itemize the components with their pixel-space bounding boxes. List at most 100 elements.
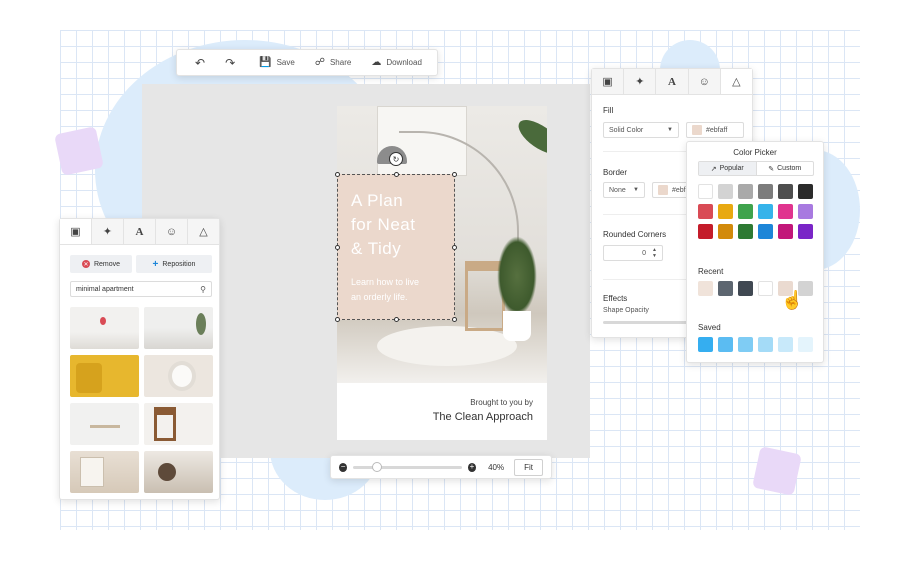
- color-swatch[interactable]: [758, 281, 773, 296]
- color-swatch[interactable]: [698, 184, 713, 199]
- popular-label: Popular: [719, 165, 744, 172]
- reposition-button[interactable]: + Reposition: [136, 255, 212, 273]
- color-swatch[interactable]: [798, 337, 813, 352]
- resize-handle[interactable]: [452, 172, 457, 177]
- color-swatch[interactable]: [798, 224, 813, 239]
- headline-line-1: A Plan: [351, 191, 404, 210]
- color-swatch[interactable]: [738, 281, 753, 296]
- zoom-percent: 40%: [488, 462, 505, 472]
- smiley-icon: ☺: [698, 75, 710, 88]
- color-swatch[interactable]: [778, 224, 793, 239]
- redo-icon: ↷: [225, 55, 236, 70]
- color-swatch[interactable]: [718, 281, 733, 296]
- resize-handle[interactable]: [335, 317, 340, 322]
- image-thumb[interactable]: [70, 355, 139, 397]
- decorative-sticker: [752, 446, 802, 496]
- color-swatch[interactable]: [758, 337, 773, 352]
- image-thumb[interactable]: [144, 451, 213, 493]
- image-thumb[interactable]: [144, 403, 213, 445]
- color-swatch[interactable]: [778, 184, 793, 199]
- color-swatch[interactable]: [698, 204, 713, 219]
- redo-button[interactable]: ↷: [217, 50, 243, 75]
- shape-opacity-label: Shape Opacity: [603, 307, 649, 314]
- color-swatch[interactable]: [738, 337, 753, 352]
- rotate-handle[interactable]: ↻: [389, 152, 403, 166]
- resize-handle[interactable]: [394, 317, 399, 322]
- color-swatch[interactable]: [798, 204, 813, 219]
- resize-handle[interactable]: [335, 245, 340, 250]
- stepper-arrows-icon[interactable]: ▲ ▼: [652, 247, 657, 259]
- headline-line-3: & Tidy: [351, 239, 402, 258]
- search-input[interactable]: minimal apartment ⚲: [70, 281, 212, 297]
- hand-cursor-icon: ☝: [781, 290, 804, 310]
- image-thumb[interactable]: [70, 403, 139, 445]
- zoom-out-icon[interactable]: −: [339, 462, 348, 472]
- color-swatch[interactable]: [778, 337, 793, 352]
- color-swatch[interactable]: [758, 204, 773, 219]
- reposition-label: Reposition: [162, 260, 196, 268]
- resize-handle[interactable]: [452, 245, 457, 250]
- color-swatch[interactable]: [718, 224, 733, 239]
- zoom-in-icon[interactable]: +: [467, 462, 477, 472]
- share-label: Share: [329, 58, 352, 67]
- color-swatch[interactable]: [798, 184, 813, 199]
- color-swatch[interactable]: [758, 224, 773, 239]
- color-swatch[interactable]: [778, 204, 793, 219]
- color-swatch[interactable]: [698, 281, 713, 296]
- border-type-select[interactable]: None ▼: [603, 182, 645, 198]
- caret-down-icon: ▼: [633, 187, 639, 193]
- text-overlay-box[interactable]: A Plan for Neat & Tidy Learn how to live…: [335, 172, 457, 322]
- tab-images[interactable]: ▣: [592, 69, 625, 94]
- decorative-sticker: [54, 126, 104, 176]
- color-swatch[interactable]: [738, 204, 753, 219]
- tab-custom[interactable]: ✎ Custom: [755, 162, 814, 175]
- thumb-stool: [158, 463, 176, 481]
- color-swatch[interactable]: [758, 184, 773, 199]
- color-swatch[interactable]: [738, 224, 753, 239]
- resize-handle[interactable]: [394, 172, 399, 177]
- save-icon: 💾: [259, 57, 272, 68]
- color-swatch[interactable]: [698, 224, 713, 239]
- tab-effects[interactable]: ✦: [92, 219, 124, 244]
- image-thumb[interactable]: [144, 355, 213, 397]
- border-type-value: None: [609, 186, 626, 194]
- tab-stickers[interactable]: ☺: [156, 219, 188, 244]
- image-panel: ▣ ✦ A ☺ △ ✕ Remove + Reposition minimal …: [59, 218, 220, 500]
- tab-text[interactable]: A: [124, 219, 156, 244]
- undo-button[interactable]: ↶: [187, 50, 213, 75]
- image-thumb[interactable]: [70, 307, 139, 349]
- fill-type-select[interactable]: Solid Color ▼: [603, 122, 679, 138]
- tab-stickers[interactable]: ☺: [688, 69, 721, 94]
- remove-button[interactable]: ✕ Remove: [70, 255, 132, 273]
- color-swatch[interactable]: [718, 337, 733, 352]
- resize-handle[interactable]: [452, 317, 457, 322]
- fill-hex-input[interactable]: #ebfaff: [686, 122, 744, 138]
- design-card[interactable]: A Plan for Neat & Tidy Learn how to live…: [335, 106, 547, 440]
- undo-icon: ↶: [195, 55, 206, 70]
- saved-label: Saved: [698, 323, 721, 332]
- zoom-slider-thumb[interactable]: [372, 461, 383, 472]
- tab-text[interactable]: A: [656, 69, 689, 94]
- share-button[interactable]: ☍ Share: [307, 50, 360, 75]
- resize-handle[interactable]: [335, 172, 340, 177]
- tab-shapes[interactable]: △: [720, 69, 753, 94]
- image-thumb[interactable]: [70, 451, 139, 493]
- tab-effects[interactable]: ✦: [624, 69, 657, 94]
- rounded-corners-value: 0: [642, 249, 647, 257]
- top-toolbar: ↶ ↷ 💾 Save ☍ Share ☁ Download: [176, 49, 438, 76]
- tab-popular[interactable]: ↗ Popular: [699, 162, 756, 175]
- color-swatch[interactable]: [698, 337, 713, 352]
- remove-icon: ✕: [81, 260, 90, 268]
- rotate-icon: ↻: [392, 154, 400, 164]
- color-swatch[interactable]: [738, 184, 753, 199]
- zoom-slider[interactable]: [353, 461, 462, 472]
- save-button[interactable]: 💾 Save: [251, 50, 303, 75]
- color-swatch[interactable]: [718, 184, 733, 199]
- fit-button[interactable]: Fit: [514, 458, 543, 476]
- download-button[interactable]: ☁ Download: [363, 50, 430, 75]
- image-thumb[interactable]: [144, 307, 213, 349]
- rounded-corners-stepper[interactable]: 0 ▲ ▼: [603, 245, 663, 261]
- tab-images[interactable]: ▣: [60, 219, 92, 244]
- color-swatch[interactable]: [718, 204, 733, 219]
- tab-shapes[interactable]: △: [188, 219, 219, 244]
